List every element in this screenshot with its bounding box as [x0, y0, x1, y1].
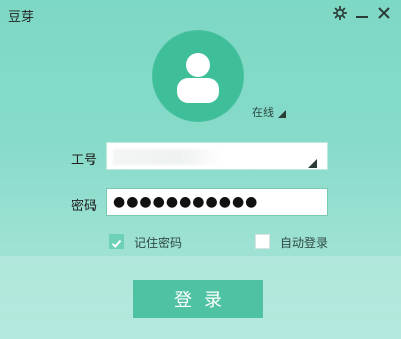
account-label: 工号	[70, 153, 97, 168]
close-icon[interactable]	[374, 3, 394, 23]
remember-password-label[interactable]: 记住密码	[134, 234, 182, 251]
password-mask: ●●●●●●●●●●●	[113, 194, 259, 210]
check-icon	[111, 239, 122, 248]
account-colon: ：	[90, 153, 104, 168]
account-value-obscured	[113, 149, 223, 165]
login-button[interactable]: 登录	[133, 280, 263, 318]
gear-icon[interactable]	[330, 3, 350, 23]
account-dropdown-icon[interactable]	[308, 153, 317, 172]
minimize-icon[interactable]	[352, 3, 372, 23]
status-selector[interactable]: 在线	[252, 104, 286, 120]
status-label: 在线	[252, 106, 274, 119]
status-caret-icon	[278, 103, 286, 122]
password-field[interactable]: ●●●●●●●●●●●	[106, 188, 328, 216]
user-avatar-icon[interactable]	[152, 30, 244, 122]
password-label: 密码	[70, 199, 97, 214]
app-title: 豆芽	[8, 10, 35, 25]
auto-login-checkbox[interactable]	[255, 234, 270, 249]
title-bar: 豆芽	[0, 0, 401, 28]
password-colon: ：	[90, 199, 104, 214]
remember-password-checkbox[interactable]	[109, 234, 124, 249]
auto-login-label[interactable]: 自动登录	[280, 234, 328, 251]
account-field[interactable]	[106, 142, 328, 170]
